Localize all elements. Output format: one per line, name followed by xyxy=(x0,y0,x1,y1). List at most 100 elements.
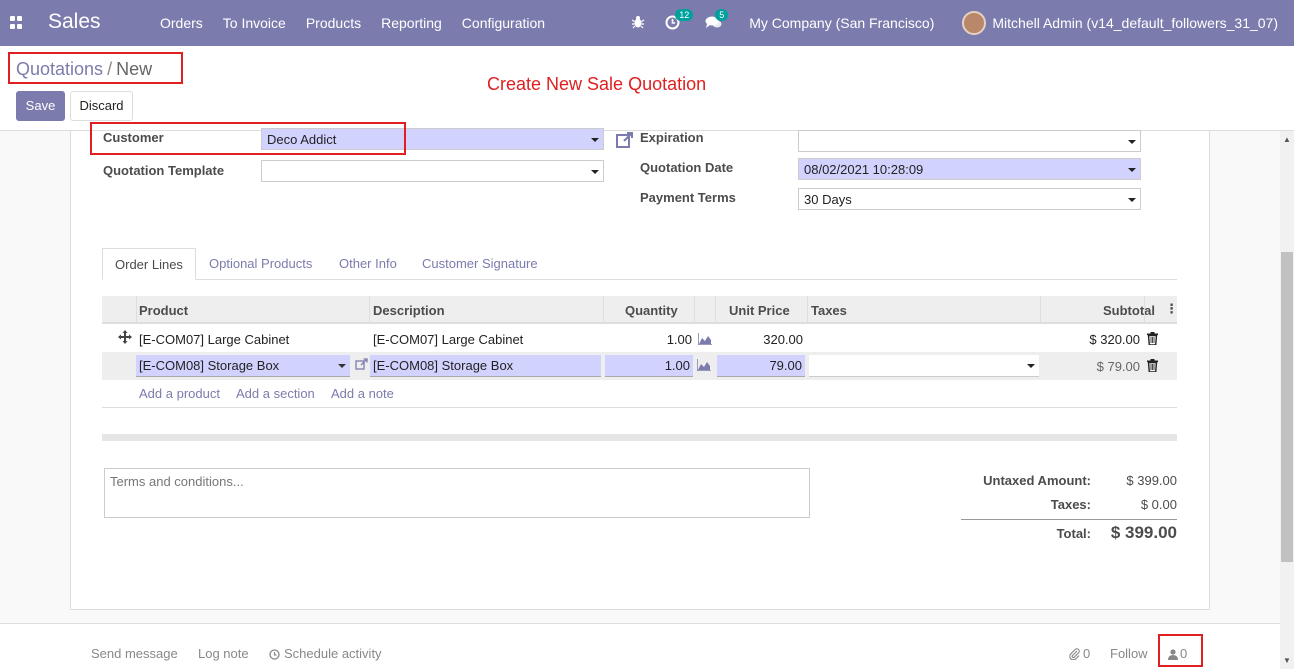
user-menu[interactable]: Mitchell Admin (v14_default_followers_31… xyxy=(992,15,1278,31)
expiration-label: Expiration xyxy=(640,130,704,145)
menu-reporting[interactable]: Reporting xyxy=(381,15,442,31)
drag-handle-icon[interactable] xyxy=(118,330,132,347)
clock-icon xyxy=(269,648,280,663)
row-unit-price: 320.00 xyxy=(763,332,803,347)
column-divider xyxy=(1040,296,1041,322)
send-message-button[interactable]: Send message xyxy=(91,646,178,661)
row-subtotal: $ 79.00 xyxy=(1096,359,1140,374)
scroll-down-arrow-icon[interactable]: ▼ xyxy=(1283,656,1291,665)
chevron-down-icon xyxy=(1027,364,1035,368)
quantity-edit-field[interactable]: 1.00 xyxy=(605,355,693,377)
payment-terms-value: 30 Days xyxy=(804,192,852,207)
chatter-bar: Send message Log note Schedule activity … xyxy=(0,623,1280,669)
row-subtotal: $ 320.00 xyxy=(1089,332,1140,347)
debug-bug-icon[interactable] xyxy=(631,15,647,31)
menu-configuration[interactable]: Configuration xyxy=(462,15,545,31)
activity-count-badge: 12 xyxy=(675,9,694,21)
optional-columns-icon[interactable]: ⋮ xyxy=(1165,301,1178,317)
followers-highlight-box xyxy=(1158,634,1203,667)
column-unit-price[interactable]: Unit Price xyxy=(729,303,790,318)
unit-price-edit-field[interactable]: 79.00 xyxy=(717,355,805,377)
table-row[interactable]: [E-COM07] Large Cabinet [E-COM07] Large … xyxy=(102,326,1177,353)
quotation-date-label: Quotation Date xyxy=(640,160,734,175)
column-product[interactable]: Product xyxy=(139,303,188,318)
column-divider xyxy=(807,296,808,322)
trash-icon[interactable] xyxy=(1147,359,1158,375)
payment-terms-field[interactable]: 30 Days xyxy=(798,188,1141,210)
chevron-down-icon xyxy=(1128,168,1136,172)
column-divider xyxy=(1144,296,1145,322)
taxes-edit-field[interactable] xyxy=(809,355,1039,377)
company-switcher[interactable]: My Company (San Francisco) xyxy=(749,15,934,31)
forecast-chart-icon[interactable] xyxy=(696,359,711,374)
tab-order-lines[interactable]: Order Lines xyxy=(102,248,196,280)
scrollbar-thumb[interactable] xyxy=(1281,252,1293,562)
table-row-editing[interactable]: [E-COM08] Storage Box [E-COM08] Storage … xyxy=(102,353,1177,380)
total-label: Total: xyxy=(1056,526,1091,541)
column-quantity[interactable]: Quantity xyxy=(625,303,678,318)
trash-icon[interactable] xyxy=(1147,332,1158,348)
tab-other-info[interactable]: Other Info xyxy=(339,248,397,280)
row-product: [E-COM07] Large Cabinet xyxy=(139,332,290,347)
chevron-down-icon xyxy=(1128,140,1136,144)
navbar-systray: 12 5 My Company (San Francisco) Mitchell… xyxy=(613,0,1278,46)
external-link-icon[interactable] xyxy=(615,130,633,148)
add-section-link[interactable]: Add a section xyxy=(236,386,315,401)
total-value: $ 399.00 xyxy=(1110,523,1177,542)
column-divider xyxy=(136,296,137,322)
customer-highlight-box xyxy=(90,122,406,155)
control-panel: Quotations / New Create New Sale Quotation… xyxy=(0,46,1294,131)
notebook-tabs: Order Lines Optional Products Other Info… xyxy=(102,248,1177,280)
column-divider xyxy=(369,296,370,322)
main-menu: Orders To Invoice Products Reporting Con… xyxy=(160,15,565,31)
quotation-date-field[interactable]: 08/02/2021 10:28:09 xyxy=(798,158,1141,180)
chevron-down-icon xyxy=(338,364,346,368)
row-description: [E-COM08] Storage Box xyxy=(373,358,514,373)
activity-clock-icon[interactable]: 12 xyxy=(665,9,694,31)
app-brand[interactable]: Sales xyxy=(48,10,101,34)
expiration-field[interactable] xyxy=(798,130,1141,152)
discard-button[interactable]: Discard xyxy=(70,91,133,121)
add-product-link[interactable]: Add a product xyxy=(139,386,220,401)
chevron-down-icon xyxy=(591,138,599,142)
column-subtotal[interactable]: Subtotal xyxy=(1103,303,1155,318)
menu-orders[interactable]: Orders xyxy=(160,15,203,31)
column-divider xyxy=(694,296,695,322)
row-description: [E-COM07] Large Cabinet xyxy=(373,332,524,347)
top-navbar: Sales Orders To Invoice Products Reporti… xyxy=(0,0,1294,46)
menu-products[interactable]: Products xyxy=(306,15,361,31)
row-quantity: 1.00 xyxy=(664,358,690,373)
follow-button[interactable]: Follow xyxy=(1110,646,1148,661)
chevron-down-icon xyxy=(591,170,599,174)
user-avatar[interactable] xyxy=(962,11,987,35)
messages-chat-icon[interactable]: 5 xyxy=(705,9,729,31)
schedule-activity-button[interactable]: Schedule activity xyxy=(284,646,382,661)
attachment-count: 0 xyxy=(1083,646,1091,661)
totals-divider xyxy=(961,519,1177,520)
apps-menu-icon[interactable] xyxy=(10,16,23,29)
tab-customer-signature[interactable]: Customer Signature xyxy=(422,248,538,280)
row-quantity: 1.00 xyxy=(666,332,692,347)
quotation-template-field[interactable] xyxy=(261,160,604,182)
add-note-link[interactable]: Add a note xyxy=(331,386,394,401)
external-link-icon[interactable] xyxy=(355,358,368,374)
quotation-template-label: Quotation Template xyxy=(103,163,225,178)
column-divider xyxy=(715,296,716,322)
chevron-down-icon xyxy=(1128,198,1136,202)
description-edit-field[interactable]: [E-COM08] Storage Box xyxy=(370,355,601,377)
column-divider xyxy=(603,296,604,322)
column-description[interactable]: Description xyxy=(373,303,445,318)
product-edit-field[interactable]: [E-COM08] Storage Box xyxy=(136,355,350,377)
tab-optional-products[interactable]: Optional Products xyxy=(209,248,312,280)
menu-to-invoice[interactable]: To Invoice xyxy=(223,15,286,31)
paperclip-icon[interactable] xyxy=(1069,648,1080,663)
terms-conditions-input[interactable]: Terms and conditions... xyxy=(104,468,810,518)
taxes-label: Taxes: xyxy=(1050,497,1091,512)
save-button[interactable]: Save xyxy=(16,91,65,121)
scroll-up-arrow-icon[interactable]: ▲ xyxy=(1283,135,1291,144)
forecast-chart-icon[interactable] xyxy=(697,333,712,348)
log-note-button[interactable]: Log note xyxy=(198,646,249,661)
payment-terms-label: Payment Terms xyxy=(640,190,736,205)
column-taxes[interactable]: Taxes xyxy=(811,303,847,318)
untaxed-amount-value: $ 399.00 xyxy=(1126,473,1177,488)
